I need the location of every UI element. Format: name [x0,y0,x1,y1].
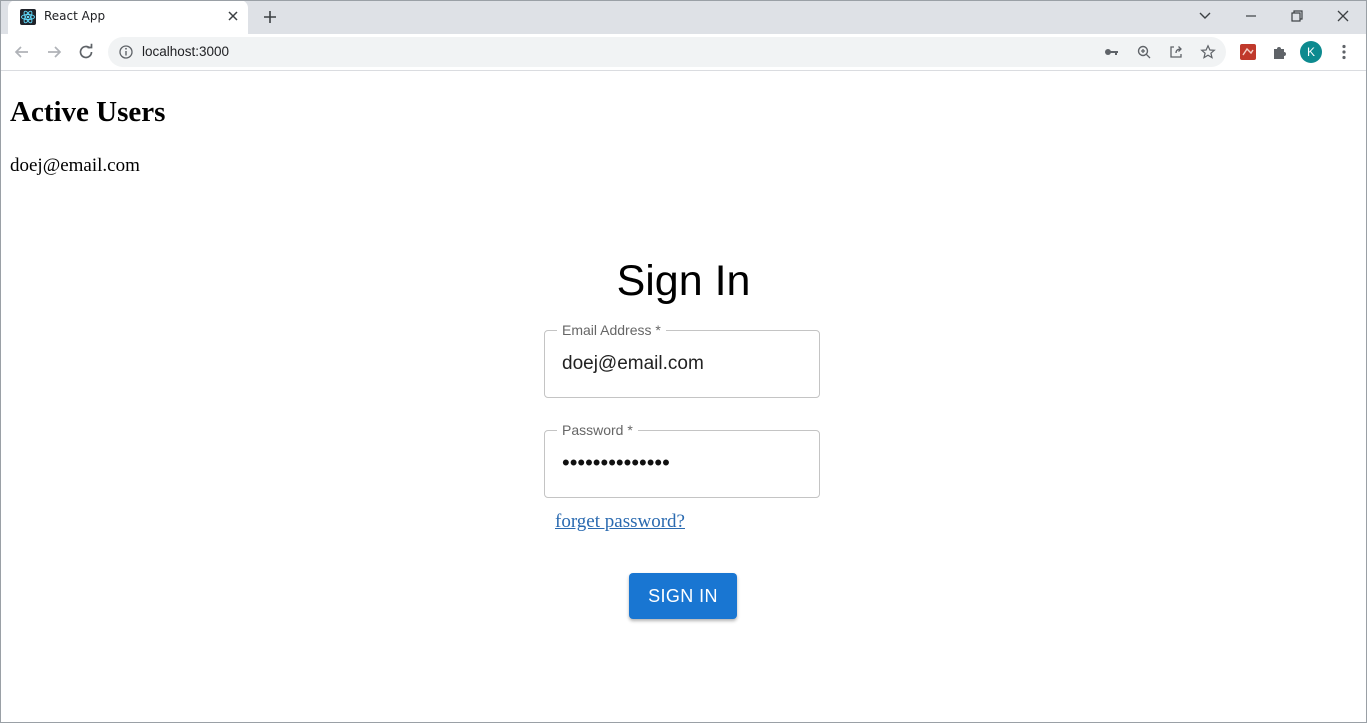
address-bar[interactable]: localhost:3000 [108,37,1226,67]
email-input-value[interactable]: doej@email.com [562,353,704,375]
signin-heading: Sign In [616,257,751,305]
signin-button[interactable]: SIGN IN [629,573,737,619]
page-content: Active Users doej@email.com Sign In Emai… [0,71,1367,723]
browser-tab[interactable]: React App [8,0,248,34]
reload-icon[interactable] [76,42,96,62]
forward-arrow-icon[interactable] [44,42,64,62]
key-icon[interactable] [1103,44,1119,60]
tab-title: React App [44,9,106,23]
tab-search-chevron-icon[interactable] [1194,5,1216,27]
password-input-value[interactable]: •••••••••••••• [562,450,670,476]
minimize-icon[interactable] [1240,5,1262,27]
email-field[interactable]: Email Address * doej@email.com [544,321,820,398]
back-arrow-icon[interactable] [12,42,32,62]
address-url: localhost:3000 [142,44,230,59]
active-user-item: doej@email.com [10,155,140,176]
browser-toolbar: localhost:3000 K [0,34,1367,71]
tab-strip: React App [0,0,1367,34]
share-icon[interactable] [1168,44,1184,60]
zoom-icon[interactable] [1136,44,1152,60]
email-label: Email Address * [557,321,666,339]
restore-icon[interactable] [1286,5,1308,27]
star-bookmark-icon[interactable] [1200,44,1216,60]
new-tab-plus-icon[interactable] [260,7,280,27]
active-users-heading: Active Users [10,96,166,128]
password-label: Password * [557,421,638,439]
info-icon[interactable] [118,44,134,60]
forget-password-link[interactable]: forget password? [555,511,685,533]
extension-red-icon[interactable] [1238,42,1258,62]
react-favicon-icon [20,9,36,25]
profile-avatar[interactable]: K [1300,41,1322,63]
kebab-menu-icon[interactable] [1334,42,1354,62]
puzzle-extensions-icon[interactable] [1270,42,1290,62]
tab-close-icon[interactable] [224,7,242,25]
password-field[interactable]: Password * •••••••••••••• [544,421,820,498]
close-window-icon[interactable] [1332,5,1354,27]
